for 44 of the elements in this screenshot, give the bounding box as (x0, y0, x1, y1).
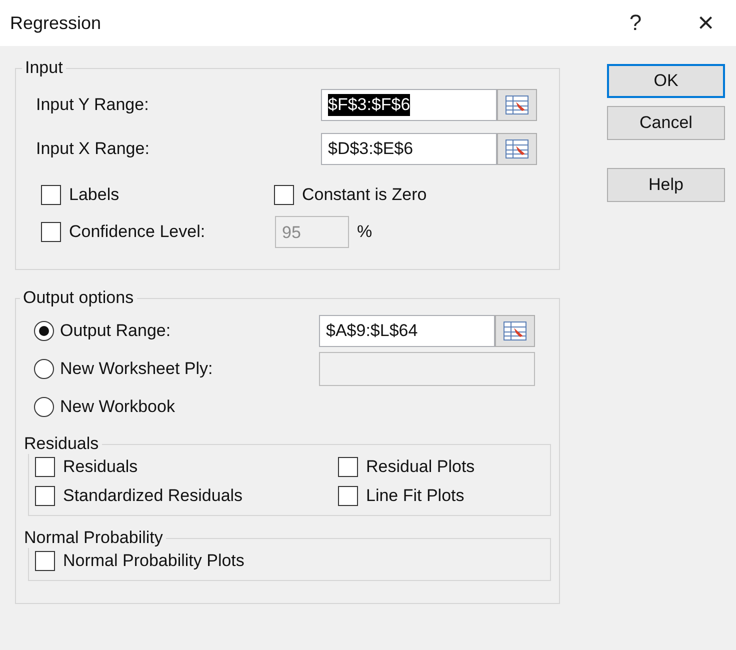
checkbox-label: Constant is Zero (302, 185, 427, 205)
checkbox-label: Residual Plots (366, 457, 475, 477)
range-picker-button[interactable] (497, 89, 537, 121)
group-title: Output options (22, 288, 135, 308)
dialog-button[interactable]: Help (607, 168, 725, 202)
checkbox[interactable] (35, 551, 55, 571)
range-picker-button[interactable] (497, 133, 537, 165)
range-field[interactable]: $F$3:$F$6 (321, 89, 497, 121)
checkbox[interactable] (35, 457, 55, 477)
checkbox-label: Labels (69, 185, 120, 205)
checkbox[interactable] (35, 486, 55, 506)
radio-label: New Workbook (60, 397, 175, 417)
group-title: Input (24, 58, 64, 78)
window-title: Regression (10, 12, 102, 34)
help-button[interactable]: ? (623, 10, 648, 36)
group-title: Residuals (23, 434, 100, 454)
checkbox[interactable] (274, 185, 294, 205)
range-field[interactable]: $A$9:$L$64 (319, 315, 495, 347)
close-button[interactable]: × (692, 7, 720, 39)
radio-label: Output Range: (60, 321, 171, 341)
checkbox-label: Residuals (63, 457, 138, 477)
radio-button[interactable] (34, 321, 54, 341)
checkbox[interactable] (338, 486, 358, 506)
radio-label: New Worksheet Ply: (60, 359, 213, 379)
checkbox-label: Confidence Level: (69, 222, 206, 242)
unit-label: % (357, 222, 372, 242)
sheet-name-field[interactable] (319, 352, 535, 386)
checkbox-label: Normal Probability Plots (63, 551, 244, 571)
field-label: Input X Range: (36, 139, 150, 159)
field-label: Input Y Range: (36, 95, 150, 115)
checkbox[interactable] (338, 457, 358, 477)
checkbox[interactable] (41, 185, 61, 205)
grid-arrow-icon (505, 95, 529, 115)
dialog-button[interactable]: Cancel (607, 106, 725, 140)
range-picker-button[interactable] (495, 315, 535, 347)
dialog-button[interactable]: OK (607, 64, 725, 98)
group-title: Normal Probability (23, 528, 164, 548)
checkbox-label: Standardized Residuals (63, 486, 243, 506)
grid-arrow-icon (503, 321, 527, 341)
grid-arrow-icon (505, 139, 529, 159)
range-field[interactable]: $D$3:$E$6 (321, 133, 497, 165)
radio-button[interactable] (34, 359, 54, 379)
checkbox-label: Line Fit Plots (366, 486, 464, 506)
radio-button[interactable] (34, 397, 54, 417)
